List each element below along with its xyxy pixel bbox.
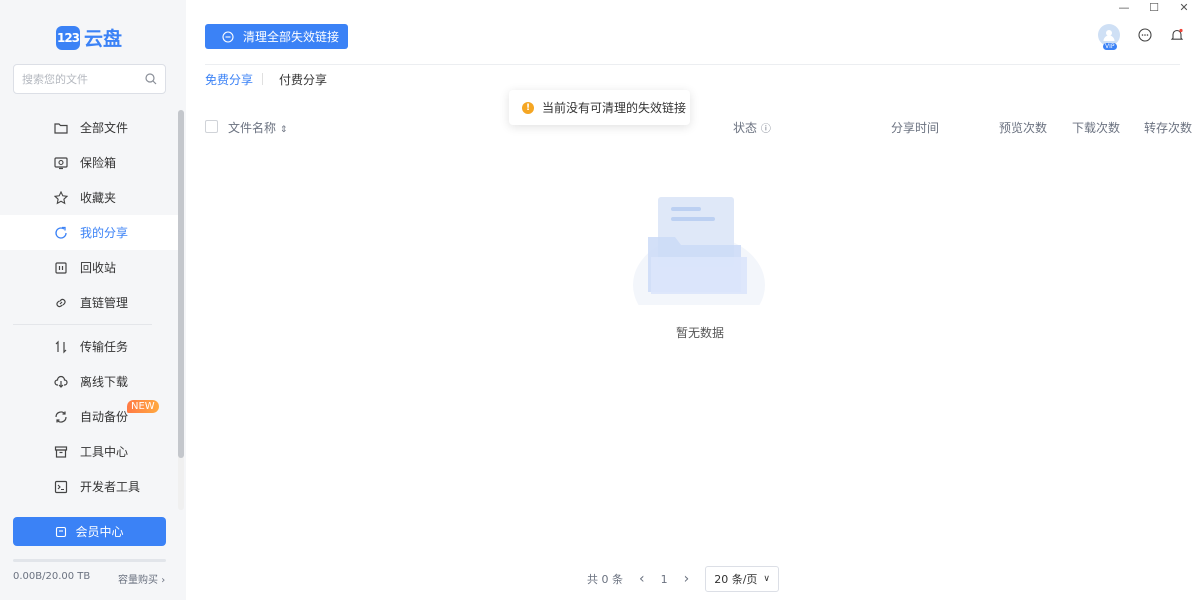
avatar[interactable]: VIP <box>1098 24 1120 50</box>
sidebar-item-all-files[interactable]: 全部文件 <box>0 110 178 145</box>
cloud-download-icon <box>54 375 68 388</box>
buy-capacity-label: 容量购买 <box>118 575 158 586</box>
more-icon[interactable] <box>1138 28 1152 42</box>
sidebar-item-recycle-bin[interactable]: 回收站 <box>0 250 178 285</box>
sidebar-item-label: 传输任务 <box>80 340 129 354</box>
column-download-count: 下载次数 <box>1072 121 1121 135</box>
sidebar-item-my-share[interactable]: 我的分享 <box>0 215 178 250</box>
sidebar-item-tool-center[interactable]: 工具中心 <box>0 434 178 469</box>
sidebar-item-safe[interactable]: 保险箱 <box>0 145 178 180</box>
toast-message: ! 当前没有可清理的失效链接 <box>509 90 690 125</box>
sidebar-item-developer-tools[interactable]: 开发者工具 <box>0 469 178 504</box>
column-label: 文件名称 <box>228 121 277 135</box>
storage-usage-text: 0.00B/20.00 TB <box>13 571 91 582</box>
storage-progress-bar <box>13 559 166 562</box>
maximize-icon[interactable]: ☐ <box>1148 1 1160 14</box>
clear-button-label: 清理全部失效链接 <box>243 30 340 44</box>
sidebar: 123 云盘 搜索您的文件 全部文件 保险箱 收藏夹 我的分享 回收站 直链管理 <box>0 0 186 600</box>
sidebar-item-label: 开发者工具 <box>80 480 141 494</box>
sidebar-item-label: 离线下载 <box>80 375 129 389</box>
tab-free-share[interactable]: 免费分享 <box>205 71 253 88</box>
vip-badge: VIP <box>1103 43 1117 50</box>
pagination-total: 共 0 条 <box>587 573 623 586</box>
table-header: 文件名称 ⇕ 状态 ⓘ 分享时间 预览次数 下载次数 转存次数 <box>205 118 1195 136</box>
sidebar-item-favorites[interactable]: 收藏夹 <box>0 180 178 215</box>
column-file-name[interactable]: 文件名称 ⇕ <box>228 119 287 136</box>
share-icon <box>55 226 67 239</box>
app-logo: 123 云盘 <box>56 24 122 51</box>
main-content: — ☐ ✕ 清理全部失效链接 VIP 免费分享 付费分享 文件名称 ⇕ 状态 ⓘ… <box>186 0 1200 600</box>
sidebar-item-label: 工具中心 <box>80 445 129 459</box>
vip-center-button[interactable]: 会员中心 <box>13 517 166 546</box>
folder-icon <box>54 122 68 134</box>
search-input[interactable]: 搜索您的文件 <box>13 64 166 94</box>
window-controls: — ☐ ✕ <box>1118 0 1190 14</box>
header-divider <box>205 64 1180 65</box>
top-right-icons: VIP <box>1098 24 1184 50</box>
transfer-icon <box>55 340 67 353</box>
page-size-select[interactable]: 20 条/页 ∨ <box>705 566 780 592</box>
sidebar-item-label: 回收站 <box>80 261 117 275</box>
column-label: 状态 <box>733 121 758 135</box>
link-icon <box>56 298 66 307</box>
sidebar-scrollbar[interactable] <box>178 110 184 510</box>
search-icon[interactable] <box>145 73 157 85</box>
sidebar-item-transfer[interactable]: 传输任务 <box>0 329 178 364</box>
column-preview-count: 预览次数 <box>999 121 1048 135</box>
sidebar-item-label: 保险箱 <box>80 156 117 170</box>
logo-text: 云盘 <box>84 28 123 50</box>
search-placeholder: 搜索您的文件 <box>22 73 88 86</box>
help-icon[interactable]: ⓘ <box>761 124 771 135</box>
tab-paid-share[interactable]: 付费分享 <box>279 71 327 88</box>
chevron-down-icon: ∨ <box>763 574 771 584</box>
sidebar-item-label: 全部文件 <box>80 121 129 135</box>
trash-icon <box>55 261 67 274</box>
sidebar-item-direct-link[interactable]: 直链管理 <box>0 285 178 320</box>
sidebar-item-label: 收藏夹 <box>80 191 117 205</box>
prev-page-icon[interactable]: ‹ <box>639 571 645 587</box>
warning-icon: ! <box>522 101 534 114</box>
column-save-count: 转存次数 <box>1144 121 1193 135</box>
sidebar-item-label: 自动备份 <box>80 410 129 424</box>
toolbox-icon <box>54 445 68 458</box>
logo-badge: 123 <box>56 25 80 50</box>
sort-icon[interactable]: ⇕ <box>280 125 288 135</box>
new-badge: NEW <box>127 400 159 413</box>
column-status: 状态 ⓘ <box>733 119 771 136</box>
minimize-icon[interactable]: — <box>1118 1 1130 14</box>
sidebar-nav: 全部文件 保险箱 收藏夹 我的分享 回收站 直链管理 传输任务 离线下载 自动备… <box>0 110 178 504</box>
minus-circle-icon <box>222 30 234 43</box>
vip-icon <box>56 526 67 537</box>
safe-icon <box>54 156 68 169</box>
vip-center-label: 会员中心 <box>75 525 124 539</box>
close-icon[interactable]: ✕ <box>1178 1 1190 14</box>
sidebar-item-offline-download[interactable]: 离线下载 <box>0 364 178 399</box>
chevron-right-icon: › <box>161 575 166 586</box>
empty-state-text: 暂无数据 <box>676 326 725 340</box>
nav-divider <box>13 324 152 325</box>
empty-folder-illustration <box>633 197 765 305</box>
star-icon <box>54 190 68 204</box>
share-tabs: 免费分享 付费分享 <box>205 71 327 88</box>
page-size-label: 20 条/页 <box>714 573 758 586</box>
column-share-time: 分享时间 <box>891 121 940 135</box>
sidebar-item-auto-backup[interactable]: 自动备份 NEW <box>0 399 178 434</box>
toast-text: 当前没有可清理的失效链接 <box>542 101 687 115</box>
select-all-checkbox[interactable] <box>205 120 218 133</box>
next-page-icon[interactable]: › <box>684 571 690 587</box>
pagination: 共 0 条 ‹ 1 › 20 条/页 ∨ <box>587 566 795 592</box>
tab-separator <box>262 73 263 85</box>
scrollbar-thumb[interactable] <box>178 110 184 458</box>
user-icon <box>1103 30 1115 41</box>
clear-invalid-links-button[interactable]: 清理全部失效链接 <box>205 24 348 49</box>
sidebar-item-label: 直链管理 <box>80 296 129 310</box>
buy-capacity-link[interactable]: 容量购买 › <box>118 571 165 586</box>
page-number[interactable]: 1 <box>661 573 668 586</box>
sync-icon <box>55 410 67 423</box>
terminal-icon <box>54 480 68 493</box>
sidebar-item-label: 我的分享 <box>80 226 129 240</box>
bell-icon[interactable] <box>1170 28 1184 42</box>
